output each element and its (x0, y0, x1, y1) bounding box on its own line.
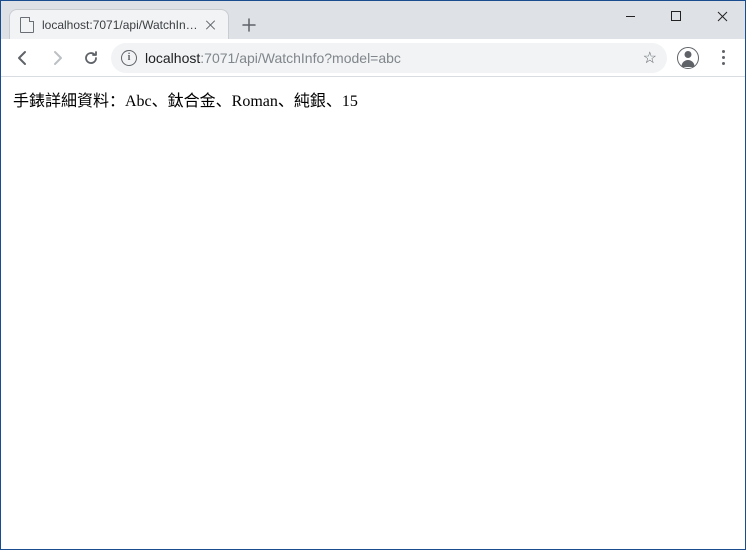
close-tab-icon[interactable] (204, 18, 218, 32)
reload-button[interactable] (77, 44, 105, 72)
page-icon (20, 17, 34, 33)
window-titlebar: localhost:7071/api/WatchInfo?m (1, 1, 745, 39)
page-content: 手錶詳細資料：Abc、鈦合金、Roman、純銀、15 (1, 77, 745, 121)
forward-button[interactable] (43, 44, 71, 72)
close-window-button[interactable] (699, 1, 745, 31)
browser-tab[interactable]: localhost:7071/api/WatchInfo?m (9, 9, 229, 39)
url-text: localhost:7071/api/WatchInfo?model=abc (145, 50, 635, 66)
page-body-text: 手錶詳細資料：Abc、鈦合金、Roman、純銀、15 (13, 93, 358, 110)
window-controls (607, 1, 745, 31)
maximize-button[interactable] (653, 1, 699, 31)
bookmark-star-icon[interactable]: ☆ (643, 48, 657, 68)
browser-toolbar: i localhost:7071/api/WatchInfo?model=abc… (1, 39, 745, 77)
site-info-icon[interactable]: i (121, 50, 137, 66)
minimize-button[interactable] (607, 1, 653, 31)
address-bar[interactable]: i localhost:7071/api/WatchInfo?model=abc… (111, 43, 667, 73)
menu-button[interactable] (709, 44, 737, 72)
profile-avatar-icon[interactable] (677, 47, 699, 69)
url-host: localhost (145, 50, 200, 66)
back-button[interactable] (9, 44, 37, 72)
tab-title: localhost:7071/api/WatchInfo?m (42, 18, 198, 32)
new-tab-button[interactable] (235, 11, 263, 39)
url-path: :7071/api/WatchInfo?model=abc (200, 50, 401, 66)
tabs-strip: localhost:7071/api/WatchInfo?m (1, 1, 263, 39)
